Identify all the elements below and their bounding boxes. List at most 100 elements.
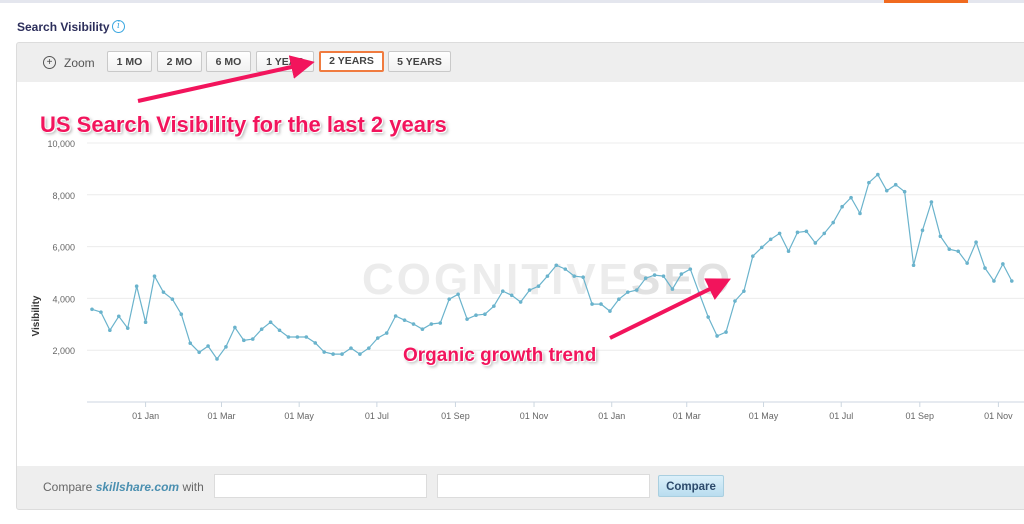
data-point <box>911 263 916 268</box>
data-point <box>920 228 925 233</box>
zoom-toolbar: + Zoom 1 MO 2 MO 6 MO 1 YEAR 2 YEARS 5 Y… <box>17 43 1024 82</box>
data-point <box>751 254 755 258</box>
x-tick-label: 01 Jan <box>598 411 625 421</box>
data-point <box>1009 279 1014 283</box>
x-tick-label: 01 May <box>284 411 314 421</box>
data-point <box>224 345 228 349</box>
data-point <box>268 320 273 325</box>
data-point <box>590 302 594 306</box>
data-point <box>90 307 94 312</box>
data-point <box>125 326 130 330</box>
data-point <box>456 292 460 297</box>
y-axis-label: Visibility <box>31 295 42 336</box>
zoom-in-icon: + <box>43 56 56 69</box>
y-tick-label: 4,000 <box>52 294 75 304</box>
data-point <box>983 266 987 270</box>
y-tick-label: 8,000 <box>52 191 75 201</box>
y-tick-label: 10,000 <box>47 139 75 149</box>
data-point <box>804 229 809 234</box>
data-point <box>938 234 943 239</box>
data-point <box>1001 262 1005 266</box>
data-point <box>429 322 434 326</box>
x-tick-label: 01 Jan <box>132 411 159 421</box>
data-point <box>965 261 969 265</box>
trend-annotation: Organic growth trend <box>403 345 597 366</box>
data-point <box>867 180 871 185</box>
compare-input-1[interactable] <box>214 474 427 498</box>
compare-bar: Compare skillshare.com with Compare <box>17 466 1024 509</box>
data-point <box>402 318 407 322</box>
data-point <box>715 334 719 338</box>
chart-area: COGNITIVESEO 2,000 4,000 6,000 8,000 10,000 … <box>17 82 1024 466</box>
data-point <box>134 284 139 289</box>
data-point <box>563 267 568 271</box>
data-point <box>349 346 353 350</box>
data-point <box>849 195 853 200</box>
data-point <box>509 293 514 298</box>
data-point <box>143 320 148 325</box>
data-point <box>724 330 728 334</box>
x-tick-label: 01 Sep <box>906 411 935 421</box>
data-point <box>795 230 800 235</box>
zoom-2mo-button[interactable]: 2 MO <box>157 51 202 72</box>
x-tick-label: 01 Sep <box>441 411 470 421</box>
x-tick-label: 01 Nov <box>520 411 549 421</box>
visibility-chart: COGNITIVESEO 2,0004,0006,0008,00010,000 … <box>31 139 1024 421</box>
data-point <box>831 220 835 225</box>
data-point <box>554 263 559 268</box>
data-point <box>250 337 255 341</box>
info-icon[interactable]: i <box>112 20 125 33</box>
data-point <box>617 297 621 301</box>
data-point <box>581 275 585 279</box>
data-point <box>215 357 219 361</box>
data-point <box>358 352 362 356</box>
data-point <box>608 309 612 313</box>
section-title: Search Visibility <box>17 20 110 34</box>
data-point <box>759 245 764 250</box>
zoom-1year-button[interactable]: 1 YEAR <box>256 51 314 72</box>
data-point <box>518 300 523 304</box>
y-tick-label: 6,000 <box>52 243 75 253</box>
data-point <box>777 231 782 236</box>
x-tick-label: 01 Mar <box>207 411 235 421</box>
data-point <box>500 289 505 293</box>
data-point <box>858 211 862 216</box>
data-point <box>116 314 121 319</box>
data-point <box>152 274 157 278</box>
data-point <box>822 231 827 236</box>
zoom-6mo-button[interactable]: 6 MO <box>206 51 251 72</box>
data-point <box>179 312 184 316</box>
zoom-5years-button[interactable]: 5 YEARS <box>388 51 451 72</box>
data-point <box>286 335 291 339</box>
compare-domain: skillshare.com <box>95 480 180 494</box>
data-point <box>572 274 577 278</box>
data-point <box>340 352 344 356</box>
data-point <box>483 312 487 316</box>
data-point <box>108 328 112 333</box>
data-point <box>420 327 425 332</box>
data-point <box>706 315 710 319</box>
data-point <box>331 352 335 356</box>
data-point <box>438 321 443 325</box>
data-point <box>465 317 469 321</box>
compare-button[interactable]: Compare <box>658 475 724 497</box>
data-point <box>447 297 452 301</box>
data-point <box>259 327 264 332</box>
data-point <box>197 350 201 355</box>
data-point <box>527 288 532 292</box>
data-point <box>634 288 639 292</box>
data-point <box>893 182 898 187</box>
data-point <box>161 290 166 294</box>
compare-input-2[interactable] <box>437 474 650 498</box>
data-point <box>768 237 773 242</box>
data-point <box>277 328 282 333</box>
data-point <box>242 338 246 343</box>
data-point <box>643 276 648 280</box>
data-point <box>786 249 791 254</box>
compare-prefix: Compare <box>43 480 93 494</box>
zoom-1mo-button[interactable]: 1 MO <box>107 51 152 72</box>
data-point <box>384 331 389 335</box>
zoom-2years-button[interactable]: 2 YEARS <box>319 51 384 72</box>
data-point <box>902 189 907 194</box>
data-point <box>170 297 175 301</box>
